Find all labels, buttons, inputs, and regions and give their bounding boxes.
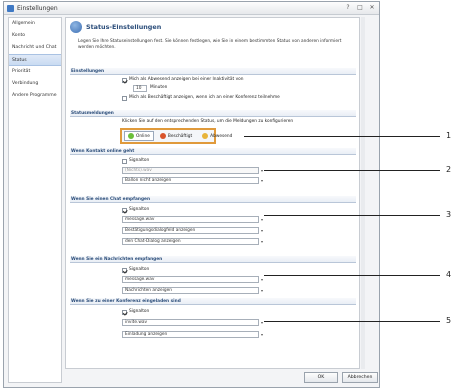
cancel-button[interactable]: Abbrechen	[342, 372, 378, 383]
chevron-down-icon[interactable]: ▾	[259, 227, 265, 234]
window-title: Einstellungen	[17, 4, 58, 12]
away-minutes-input[interactable]: 10	[133, 85, 147, 92]
sound-select-4[interactable]: invite.wav	[122, 319, 259, 326]
status-settings-panel: Status-Einstellungen Legen Sie Ihre Stat…	[65, 17, 360, 369]
tab-abwesend-label: Abwesend	[210, 133, 233, 139]
section-header-einstellungen: Einstellungen	[70, 68, 356, 75]
section-header-statusmeldungen: Statusmeldungen	[70, 110, 356, 117]
sound-select-1[interactable]: (Nichts).wav	[122, 167, 259, 174]
busy-checkbox[interactable]	[122, 95, 127, 101]
online-status-icon	[128, 133, 134, 139]
chevron-down-icon[interactable]: ▾	[259, 331, 265, 338]
title-bar: Einstellungen ? □ ✕	[4, 2, 379, 15]
callout-line-1	[244, 136, 440, 137]
sidebar-item-allgemein[interactable]: Allgemein	[9, 18, 61, 30]
signal-checkbox-3[interactable]	[122, 267, 127, 273]
tab-beschaeftigt[interactable]: Beschäftigt	[156, 131, 196, 141]
chevron-down-icon[interactable]: ▾	[259, 177, 265, 184]
status-users-icon	[70, 21, 82, 33]
signal-checkbox-2[interactable]	[122, 207, 127, 213]
busy-label: Mich als Beschäftigt anzeigen, wenn ich …	[129, 95, 280, 100]
signal-label-3: Signalton	[129, 267, 150, 272]
callout-line-3	[264, 215, 440, 216]
ok-button[interactable]: OK	[304, 372, 338, 383]
away-status-icon	[202, 133, 209, 139]
signal-checkbox-1[interactable]	[122, 158, 127, 164]
settings-sidebar: Allgemein Konto Nachricht und Chat Statu…	[8, 17, 62, 383]
chevron-down-icon[interactable]: ▾	[259, 276, 265, 283]
minutes-label: Minuten	[150, 85, 168, 90]
signal-label-2: Signalton	[129, 207, 150, 212]
dialog-footer: OK Abbrechen	[8, 370, 380, 386]
tab-beschaeftigt-label: Beschäftigt	[167, 133, 193, 139]
signal-label-4: Signalton	[129, 309, 150, 314]
away-label: Mich als Abwesend anzeigen bei einer Ina…	[129, 77, 244, 82]
callout-number-3: 3	[446, 210, 452, 219]
section-header-chat: Wenn Sie einen Chat empfangen	[70, 196, 356, 203]
action-select-3[interactable]: Nachrichten anzeigen	[122, 287, 259, 294]
app-icon	[7, 4, 14, 12]
action-select-1[interactable]: Ballon nicht anzeigen	[122, 177, 259, 184]
callout-number-5: 5	[446, 316, 452, 325]
section-header-konferenz: Wenn Sie zu einer Konferenz eingeladen s…	[70, 298, 356, 305]
sound-select-3[interactable]: message.wav	[122, 276, 259, 283]
sidebar-item-status[interactable]: Status	[9, 54, 61, 66]
panel-scrollbar[interactable]	[361, 17, 365, 369]
section-header-kontakt-online: Wenn Kontakt online geht	[70, 148, 356, 155]
tab-online[interactable]: Online	[124, 131, 154, 141]
help-icon[interactable]: ?	[344, 4, 352, 12]
callout-number-4: 4	[446, 270, 452, 279]
sidebar-item-verbindung[interactable]: Verbindung	[9, 78, 61, 90]
settings-window: Einstellungen ? □ ✕ Allgemein Konto Nach…	[3, 1, 380, 388]
status-tabs-highlight: Online Beschäftigt Abwesend	[120, 128, 232, 144]
signal-label-1: Signalton	[129, 158, 150, 163]
sidebar-item-prioritaet[interactable]: Priorität	[9, 66, 61, 78]
sidebar-item-andere-programme[interactable]: Andere Programme	[9, 90, 61, 102]
panel-title: Status-Einstellungen	[86, 23, 162, 31]
tab-online-label: Online	[136, 133, 150, 139]
tab-abwesend[interactable]: Abwesend	[198, 131, 236, 141]
chevron-down-icon[interactable]: ▾	[259, 287, 265, 294]
status-hint: Klicken Sie auf den entsprechenden Statu…	[122, 119, 294, 124]
maximize-icon[interactable]: □	[356, 4, 364, 12]
sidebar-item-konto[interactable]: Konto	[9, 30, 61, 42]
section-header-nachrichten: Wenn Sie ein Nachrichten empfangen	[70, 256, 356, 263]
callout-number-1: 1	[446, 131, 452, 140]
callout-line-4	[264, 275, 440, 276]
callout-number-2: 2	[446, 165, 452, 174]
signal-checkbox-4[interactable]	[122, 309, 127, 315]
callout-line-2	[264, 170, 440, 171]
sidebar-item-nachricht-chat[interactable]: Nachricht und Chat	[9, 42, 61, 54]
close-icon[interactable]: ✕	[368, 4, 376, 12]
action2-select-2[interactable]: den Chat-Dialog anzeigen	[122, 238, 259, 245]
chevron-down-icon[interactable]: ▾	[259, 216, 265, 223]
chevron-down-icon[interactable]: ▾	[259, 238, 265, 245]
busy-status-icon	[159, 133, 166, 139]
panel-description: Legen Sie Ihre Statuseinstellungen fest.…	[78, 39, 342, 50]
action-select-2[interactable]: Bestätigungsdialogfeld anzeigen	[122, 227, 259, 234]
callout-line-5	[264, 321, 440, 322]
sound-select-2[interactable]: message.wav	[122, 216, 259, 223]
away-checkbox[interactable]	[122, 77, 127, 83]
action-select-4[interactable]: Einladung anzeigen	[122, 331, 259, 338]
